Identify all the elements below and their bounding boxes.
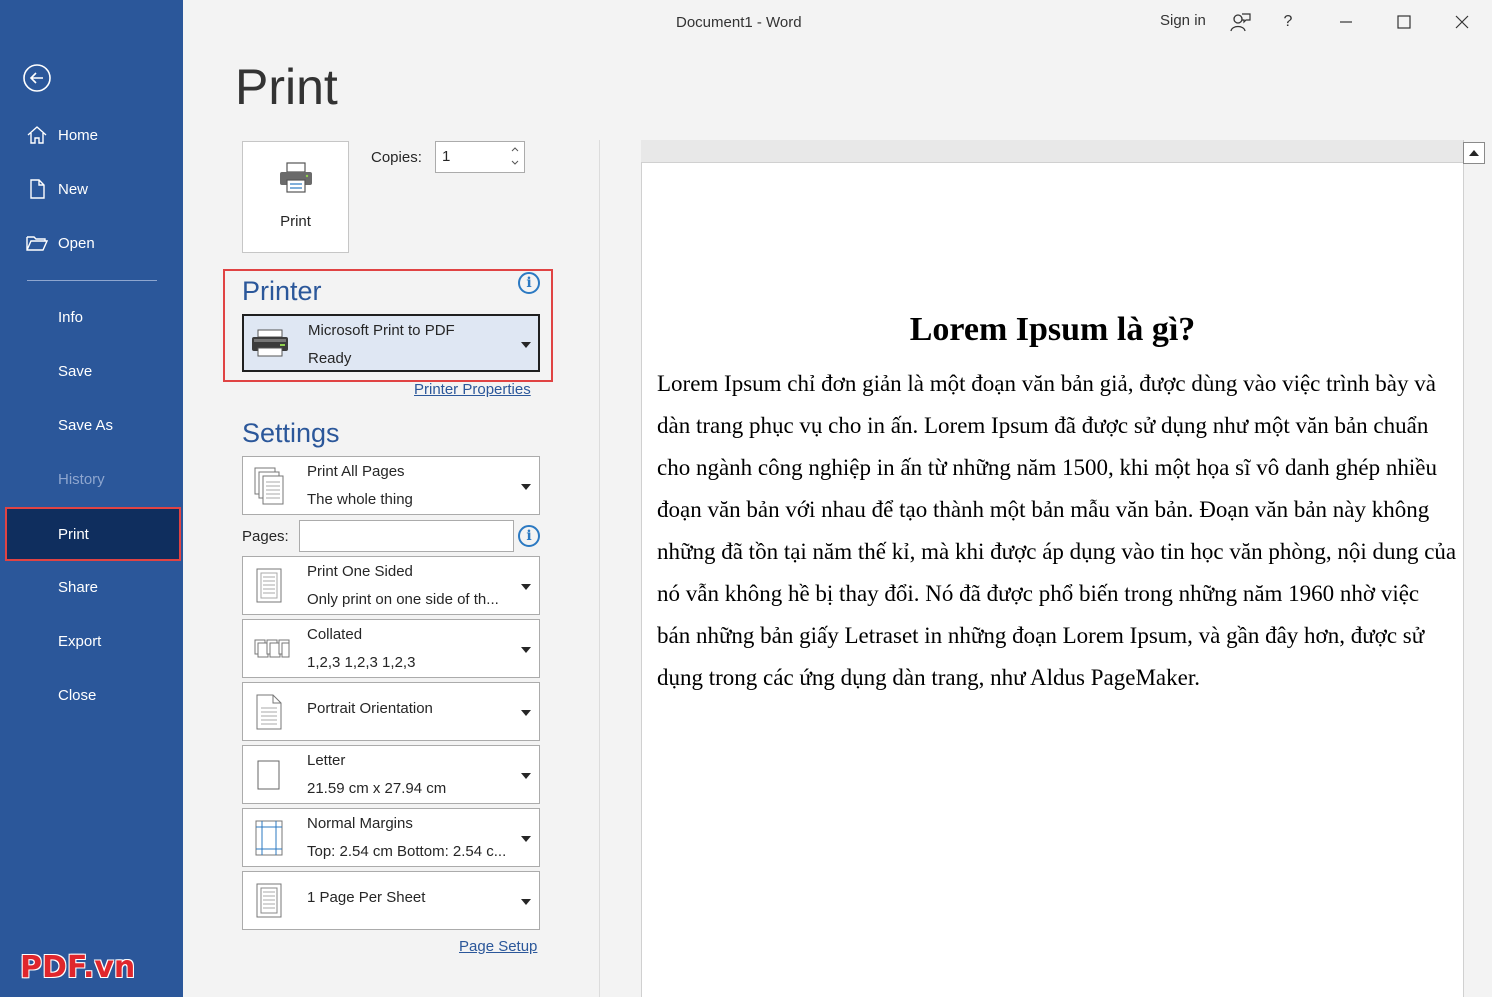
info-icon[interactable]: i [518, 272, 540, 294]
printer-status: Ready [308, 350, 352, 367]
margins-dropdown[interactable]: Normal Margins Top: 2.54 cm Bottom: 2.54… [242, 808, 540, 867]
sidebar-item-label: Print [58, 525, 89, 543]
page-title: Print [235, 59, 338, 115]
sidebar-item-save-as[interactable]: Save As [0, 398, 183, 452]
setting-subtitle: Top: 2.54 cm Bottom: 2.54 c... [307, 843, 507, 860]
copies-stepper[interactable] [435, 141, 525, 173]
dropdown-arrow-icon [521, 342, 531, 348]
sidebar-divider [27, 280, 157, 281]
sidebar-item-home[interactable]: Home [0, 108, 183, 162]
setting-subtitle: 21.59 cm x 27.94 cm [307, 780, 447, 797]
setting-title: Portrait Orientation [307, 700, 433, 717]
dropdown-arrow-icon [521, 773, 531, 779]
setting-subtitle: 1,2,3 1,2,3 1,2,3 [307, 654, 416, 671]
maximize-icon[interactable] [1389, 8, 1419, 36]
sidebar-item-label: Share [58, 578, 99, 596]
sidebar-item-label: Home [58, 126, 99, 144]
printer-section-title: Printer [242, 276, 322, 306]
sidebar-item-label: Save As [58, 416, 114, 434]
pages-label: Pages: [242, 528, 289, 545]
chevron-up-icon[interactable] [510, 144, 520, 156]
scroll-up-button[interactable] [1463, 142, 1485, 164]
sidebar-item-open[interactable]: Open [0, 216, 183, 270]
settings-section-title: Settings [242, 418, 340, 448]
panel-divider [599, 140, 600, 997]
print-preview-page: Lorem Ipsum là gì? Lorem Ipsum chỉ đơn g… [641, 163, 1463, 997]
sidebar-item-share[interactable]: Share [0, 560, 183, 614]
setting-title: 1 Page Per Sheet [307, 889, 426, 906]
sidebar-item-label: Close [58, 686, 97, 704]
open-folder-icon [26, 232, 49, 254]
setting-title: Normal Margins [307, 815, 413, 832]
help-button[interactable]: ? [1273, 8, 1303, 36]
setting-title: Collated [307, 626, 363, 643]
minimize-icon[interactable] [1331, 8, 1361, 36]
collated-icon [254, 630, 290, 668]
paper-size-icon [254, 756, 284, 794]
dropdown-arrow-icon [521, 584, 531, 590]
watermark-logo: PDF.vn [20, 950, 136, 985]
pages-input[interactable] [299, 520, 514, 552]
printer-dropdown[interactable]: Microsoft Print to PDF Ready [242, 314, 540, 372]
home-icon [26, 124, 48, 146]
sidebar-item-close[interactable]: Close [0, 668, 183, 722]
triangle-up-icon [1469, 150, 1479, 156]
back-arrow-icon[interactable] [22, 63, 52, 93]
dropdown-arrow-icon [521, 710, 531, 716]
pages-stack-icon [254, 467, 284, 505]
document-body: Lorem Ipsum chỉ đơn giản là một đoạn văn… [657, 371, 1457, 690]
preview-top-edge [641, 140, 1463, 163]
print-button[interactable]: Print [242, 141, 349, 253]
close-icon[interactable] [1447, 8, 1477, 36]
sidebar-item-new[interactable]: New [0, 162, 183, 216]
window-title: Document1 - Word [676, 14, 802, 31]
page-per-sheet-icon [254, 882, 284, 920]
one-sided-page-icon [254, 567, 284, 605]
printer-name: Microsoft Print to PDF [308, 322, 455, 339]
info-icon[interactable]: i [518, 525, 540, 547]
setting-title: Print All Pages [307, 463, 405, 480]
sidebar-item-print[interactable]: Print [5, 507, 181, 561]
sidebar-item-label: New [58, 180, 89, 198]
chevron-down-icon[interactable] [510, 158, 520, 170]
setting-subtitle: The whole thing [307, 491, 413, 508]
sidebar-item-label: Export [58, 632, 102, 650]
feedback-icon[interactable] [1225, 8, 1255, 36]
printer-icon [278, 162, 314, 194]
orientation-dropdown[interactable]: Portrait Orientation [242, 682, 540, 741]
setting-title: Print One Sided [307, 563, 413, 580]
paper-size-dropdown[interactable]: Letter 21.59 cm x 27.94 cm [242, 745, 540, 804]
page-setup-link[interactable]: Page Setup [459, 938, 537, 955]
copies-input[interactable] [442, 148, 502, 165]
sidebar-item-export[interactable]: Export [0, 614, 183, 668]
copies-label: Copies: [371, 149, 422, 166]
setting-title: Letter [307, 752, 346, 769]
print-range-dropdown[interactable]: Print All Pages The whole thing [242, 456, 540, 515]
sidebar-item-label: Info [58, 308, 84, 326]
margins-icon [254, 819, 284, 857]
sidebar-item-label: Save [58, 362, 93, 380]
sidebar-item-save[interactable]: Save [0, 344, 183, 398]
dropdown-arrow-icon [521, 899, 531, 905]
print-button-label: Print [280, 213, 311, 230]
sign-in-link[interactable]: Sign in [1160, 12, 1206, 29]
dropdown-arrow-icon [521, 484, 531, 490]
new-document-icon [26, 178, 48, 200]
portrait-page-icon [254, 693, 284, 731]
pages-per-sheet-dropdown[interactable]: 1 Page Per Sheet [242, 871, 540, 930]
backstage-sidebar: Home New Open Info Save Save As History … [0, 0, 183, 997]
collation-dropdown[interactable]: Collated 1,2,3 1,2,3 1,2,3 [242, 619, 540, 678]
dropdown-arrow-icon [521, 836, 531, 842]
dropdown-arrow-icon [521, 647, 531, 653]
sides-dropdown[interactable]: Print One Sided Only print on one side o… [242, 556, 540, 615]
sidebar-item-info[interactable]: Info [0, 290, 183, 344]
sidebar-item-label: Open [58, 234, 95, 252]
sidebar-item-label: History [58, 470, 105, 488]
document-heading: Lorem Ipsum là gì? [909, 311, 1196, 348]
printer-properties-link[interactable]: Printer Properties [414, 381, 531, 398]
sidebar-item-history: History [0, 452, 183, 506]
preview-scrollbar[interactable] [1463, 140, 1485, 997]
pdf-printer-icon [250, 328, 290, 358]
setting-subtitle: Only print on one side of th... [307, 591, 499, 608]
